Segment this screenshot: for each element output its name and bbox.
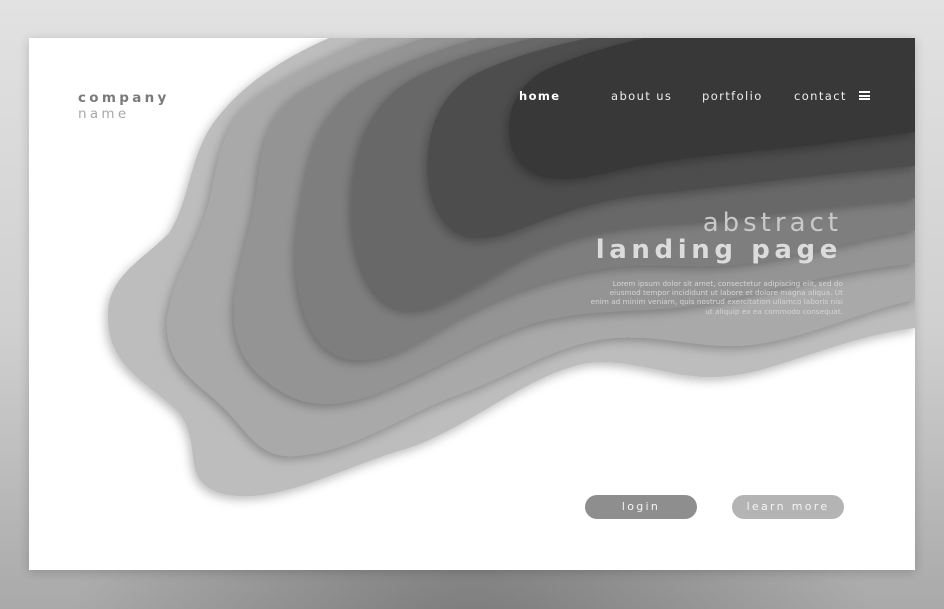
hero-body-line: eiusmod tempor incididunt ut labore et d…: [609, 288, 843, 298]
hero-body-line: enim ad minim veniam, quis nostrud exerc…: [590, 297, 843, 307]
login-button[interactable]: login: [585, 495, 697, 519]
hamburger-menu-icon[interactable]: [859, 91, 870, 100]
hero-title-line-2: landing page: [595, 235, 842, 265]
nav-contact-link[interactable]: contact: [794, 89, 847, 103]
hero-body-line: ut aliquip ex ea commodo consequat.: [705, 306, 843, 316]
company-name-line-2: name: [78, 106, 130, 122]
landing-page-card: company name home about us portfolio con…: [29, 38, 915, 570]
learn-more-button[interactable]: learn more: [732, 495, 844, 519]
hero-body-line: Lorem ipsum dolor sit amet, consectetur …: [612, 279, 843, 288]
company-logo[interactable]: company name: [78, 90, 170, 122]
hero-title-line-1: abstract: [702, 208, 842, 238]
company-name-line-1: company: [78, 90, 170, 106]
nav-about-us-link[interactable]: about us: [611, 89, 672, 103]
nav-home-link[interactable]: home: [519, 89, 560, 103]
hero-body-text: Lorem ipsum dolor sit amet, consectetur …: [583, 279, 843, 316]
nav-portfolio-link[interactable]: portfolio: [702, 89, 763, 103]
